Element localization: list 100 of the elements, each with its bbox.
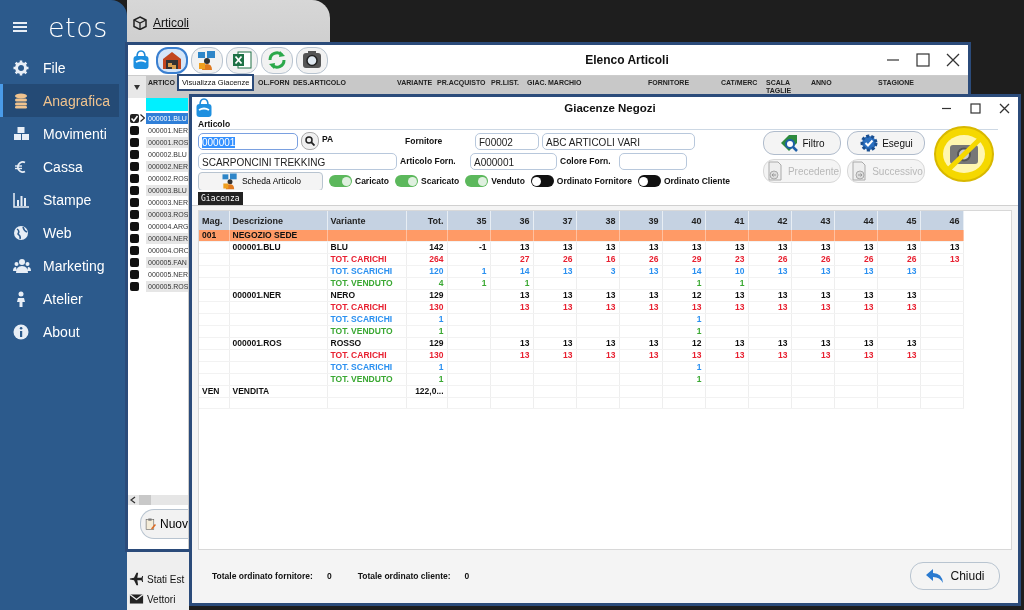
close-button[interactable]: Chiudi	[910, 562, 1000, 590]
toolbar-button[interactable]	[156, 46, 188, 74]
table-cell: 000001.ROS	[229, 337, 327, 350]
cubes-icon	[13, 125, 31, 142]
table-cell: 1	[662, 313, 705, 326]
checkbox[interactable]	[130, 257, 139, 267]
table-cell: 13	[662, 241, 705, 254]
column-header[interactable]: 40	[662, 211, 705, 230]
sidebar-item[interactable]: Web	[0, 216, 119, 249]
checkbox[interactable]	[130, 269, 139, 279]
checkbox[interactable]	[130, 137, 139, 147]
column-header[interactable]: 39	[619, 211, 662, 230]
search-button[interactable]	[301, 132, 319, 150]
table-cell: 129	[406, 337, 447, 350]
input-field[interactable]: ABC ARTICOLI VARI	[542, 132, 695, 150]
table-cell: 29	[662, 253, 705, 266]
column-header[interactable]: Variante	[327, 211, 406, 230]
checkbox[interactable]	[130, 113, 139, 123]
checkbox[interactable]	[130, 197, 139, 207]
toggle-switch[interactable]	[465, 175, 489, 187]
table-cell: 13	[576, 349, 619, 362]
menu-item[interactable]: Vettori	[127, 592, 189, 606]
table-cell: 1	[447, 265, 490, 278]
column-header[interactable]: 45	[877, 211, 920, 230]
column-header[interactable]: Descrizione	[229, 211, 327, 230]
menu-icon[interactable]	[12, 20, 28, 34]
toolbar-button[interactable]	[191, 46, 223, 74]
checkbox[interactable]	[130, 185, 139, 195]
checkbox[interactable]	[130, 281, 139, 291]
column-header[interactable]: 41	[705, 211, 748, 230]
toggle-label: Caricato	[355, 176, 389, 186]
column-header[interactable]: Mag.	[199, 211, 229, 230]
sidebar-item[interactable]: File	[0, 51, 119, 84]
close-icon[interactable]	[946, 53, 960, 67]
footer-label: Totale ordinato fornitore:	[212, 571, 313, 581]
input-field[interactable]: F00002	[475, 132, 539, 150]
box-icon	[133, 16, 147, 30]
toolbar-button[interactable]	[296, 46, 328, 74]
sidebar-item[interactable]: Atelier	[0, 282, 119, 315]
toggle-switch[interactable]	[329, 175, 352, 187]
column-header[interactable]: 43	[791, 211, 834, 230]
checkbox[interactable]	[130, 173, 139, 183]
table-cell: 13	[748, 241, 791, 254]
tab[interactable]: Giacenza	[198, 192, 243, 205]
scheda-button[interactable]: Scheda Articolo	[198, 171, 323, 191]
checkbox[interactable]	[130, 161, 139, 171]
table-cell: 1	[662, 325, 705, 338]
table-cell: 13	[490, 301, 533, 314]
sidebar-item[interactable]: Movimenti	[0, 117, 119, 150]
checkbox[interactable]	[130, 245, 139, 255]
table-cell: 13	[877, 265, 920, 278]
column-header[interactable]: 44	[834, 211, 877, 230]
column-header[interactable]: Tot.	[406, 211, 447, 230]
table-cell: 13	[791, 289, 834, 302]
tab[interactable]: Articoli	[127, 0, 330, 44]
table-cell: 26	[533, 253, 576, 266]
action-button[interactable]: Filtro	[763, 131, 841, 155]
action-button[interactable]: Esegui	[847, 131, 925, 155]
table-cell: 13	[834, 301, 877, 314]
column-header[interactable]: 38	[576, 211, 619, 230]
table-cell: 1	[662, 361, 705, 374]
table-cell: 13	[920, 241, 963, 254]
checkbox[interactable]	[130, 125, 139, 135]
column-header[interactable]: 37	[533, 211, 576, 230]
checkbox[interactable]	[130, 221, 139, 231]
toggle-label: Ordinato Cliente	[663, 176, 731, 186]
checkbox[interactable]	[130, 149, 139, 159]
table-cell: TOT. VENDUTO	[327, 277, 406, 290]
menu-item[interactable]: Stati Est	[127, 572, 189, 586]
column-header[interactable]: 46	[920, 211, 963, 230]
table-cell: 13	[834, 241, 877, 254]
field-label: Fornitore	[405, 136, 444, 146]
checkbox[interactable]	[130, 209, 139, 219]
sidebar-item[interactable]: Stampe	[0, 183, 119, 216]
column-header[interactable]: 35	[447, 211, 490, 230]
back-arrow-icon	[925, 568, 946, 584]
scrollbar[interactable]	[128, 495, 188, 505]
check-icon	[130, 113, 139, 123]
table-cell: 13	[576, 301, 619, 314]
checkbox[interactable]	[130, 233, 139, 243]
sidebar-item[interactable]: Marketing	[0, 249, 119, 282]
input-field[interactable]: SCARPONCINI TREKKING	[198, 152, 397, 170]
close-icon[interactable]	[999, 102, 1010, 114]
input-field[interactable]: A000001	[470, 152, 557, 170]
table-cell: 264	[406, 253, 447, 266]
maximize-icon[interactable]	[970, 102, 981, 114]
table-cell: 13	[533, 349, 576, 362]
toggle-switch[interactable]	[530, 175, 554, 187]
toggle-switch[interactable]	[637, 175, 661, 187]
maximize-icon[interactable]	[916, 53, 930, 67]
footer-value: 0	[326, 571, 332, 581]
sidebar-item[interactable]: Anagrafica	[0, 84, 119, 117]
toggle-switch[interactable]	[395, 175, 418, 187]
input-field[interactable]	[619, 152, 687, 170]
sidebar-item[interactable]: Cassa	[0, 150, 119, 183]
column-header[interactable]: 42	[748, 211, 791, 230]
sidebar-item[interactable]: About	[0, 315, 119, 348]
column-header[interactable]: 36	[490, 211, 533, 230]
new-button[interactable]: Nuov	[140, 509, 188, 539]
table-cell: 142	[406, 241, 447, 254]
